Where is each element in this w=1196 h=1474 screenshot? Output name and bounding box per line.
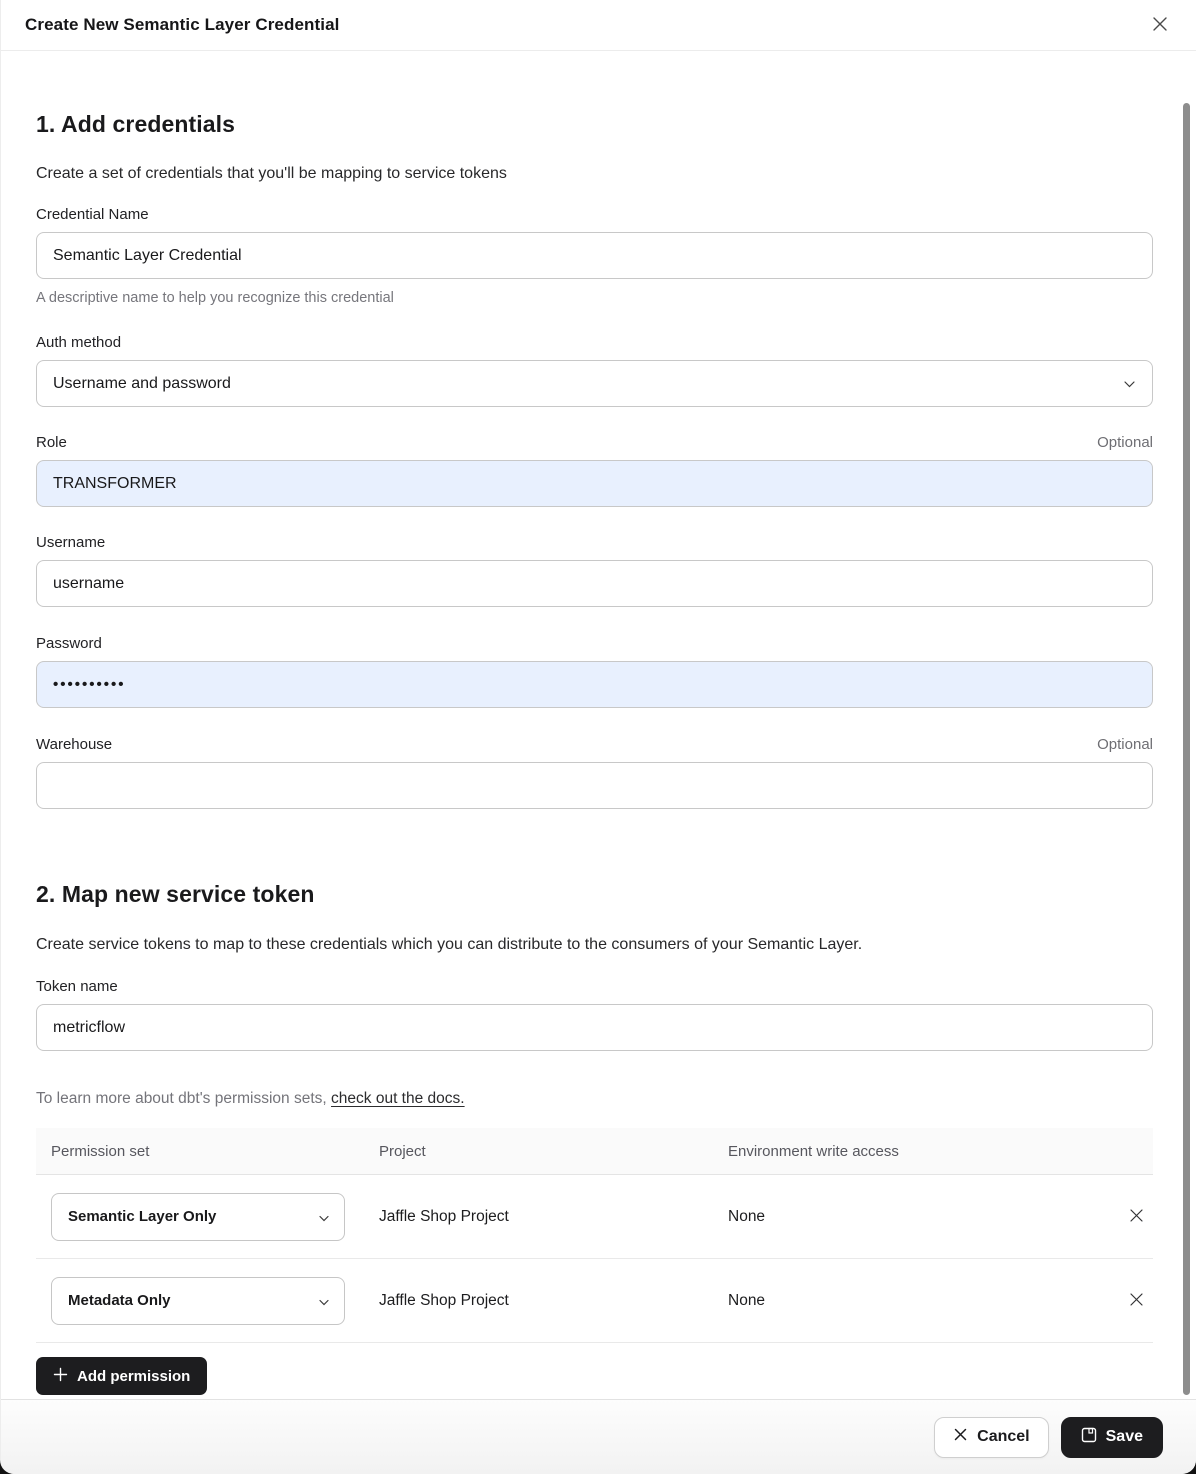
section2-heading: 2. Map new service token bbox=[36, 879, 1153, 909]
column-header-env-write-access: Environment write access bbox=[728, 1143, 1105, 1160]
section1-heading: 1. Add credentials bbox=[36, 109, 1153, 139]
permission-set-select[interactable]: Semantic Layer Only bbox=[51, 1193, 345, 1241]
docs-note: To learn more about dbt's permission set… bbox=[36, 1089, 1153, 1108]
auth-method-label: Auth method bbox=[36, 333, 121, 353]
permissions-table: Permission set Project Environment write… bbox=[36, 1128, 1153, 1343]
modal-footer: Cancel Save bbox=[1, 1399, 1196, 1474]
table-row: Metadata Only Jaffle Shop Project None bbox=[36, 1259, 1153, 1343]
column-header-permission-set: Permission set bbox=[51, 1143, 379, 1160]
close-icon bbox=[1128, 1291, 1145, 1311]
remove-permission-button[interactable] bbox=[1119, 1200, 1153, 1234]
warehouse-input[interactable] bbox=[36, 762, 1153, 809]
token-name-label: Token name bbox=[36, 977, 118, 997]
close-icon bbox=[953, 1427, 968, 1447]
chevron-down-icon bbox=[319, 1292, 329, 1309]
close-icon bbox=[1128, 1207, 1145, 1227]
cancel-label: Cancel bbox=[977, 1428, 1029, 1446]
modal-title: Create New Semantic Layer Credential bbox=[25, 15, 339, 35]
section1-description: Create a set of credentials that you'll … bbox=[36, 163, 1153, 185]
env-write-access-cell: None bbox=[728, 1292, 1105, 1310]
cancel-button[interactable]: Cancel bbox=[934, 1417, 1048, 1458]
credential-name-helper: A descriptive name to help you recognize… bbox=[36, 289, 1153, 307]
chevron-down-icon bbox=[319, 1208, 329, 1225]
table-row: Semantic Layer Only Jaffle Shop Project … bbox=[36, 1175, 1153, 1259]
role-optional-tag: Optional bbox=[1097, 433, 1153, 453]
password-input[interactable] bbox=[36, 661, 1153, 708]
auth-method-value: Username and password bbox=[53, 375, 231, 393]
project-cell: Jaffle Shop Project bbox=[379, 1292, 728, 1310]
close-icon bbox=[1149, 13, 1171, 38]
close-button[interactable] bbox=[1146, 11, 1174, 39]
permission-set-select[interactable]: Metadata Only bbox=[51, 1277, 345, 1325]
save-label: Save bbox=[1106, 1428, 1143, 1446]
column-header-project: Project bbox=[379, 1143, 728, 1160]
password-label: Password bbox=[36, 634, 102, 654]
warehouse-label: Warehouse bbox=[36, 735, 112, 755]
env-write-access-cell: None bbox=[728, 1208, 1105, 1226]
permission-set-value: Metadata Only bbox=[68, 1292, 171, 1309]
plus-icon bbox=[53, 1367, 68, 1386]
warehouse-optional-tag: Optional bbox=[1097, 735, 1153, 755]
create-credential-modal: Create New Semantic Layer Credential 1. … bbox=[0, 0, 1196, 1474]
section2-description: Create service tokens to map to these cr… bbox=[36, 934, 1153, 956]
auth-method-select[interactable]: Username and password bbox=[36, 360, 1153, 407]
add-permission-button[interactable]: Add permission bbox=[36, 1357, 207, 1395]
chevron-down-icon bbox=[1124, 375, 1135, 393]
username-input[interactable] bbox=[36, 560, 1153, 607]
role-label: Role bbox=[36, 433, 67, 453]
docs-link[interactable]: check out the docs. bbox=[331, 1090, 465, 1107]
credential-name-label: Credential Name bbox=[36, 205, 149, 225]
save-button[interactable]: Save bbox=[1061, 1417, 1163, 1458]
docs-note-text: To learn more about dbt's permission set… bbox=[36, 1090, 327, 1107]
role-input[interactable] bbox=[36, 460, 1153, 507]
credential-name-input[interactable] bbox=[36, 232, 1153, 279]
token-name-input[interactable] bbox=[36, 1004, 1153, 1051]
project-cell: Jaffle Shop Project bbox=[379, 1208, 728, 1226]
add-permission-label: Add permission bbox=[77, 1368, 190, 1385]
username-label: Username bbox=[36, 533, 105, 553]
vertical-scrollbar-thumb[interactable] bbox=[1183, 103, 1190, 1395]
save-icon bbox=[1081, 1427, 1097, 1448]
remove-permission-button[interactable] bbox=[1119, 1284, 1153, 1318]
modal-body: 1. Add credentials Create a set of crede… bbox=[1, 109, 1196, 1395]
permissions-table-header: Permission set Project Environment write… bbox=[36, 1128, 1153, 1175]
permission-set-value: Semantic Layer Only bbox=[68, 1208, 216, 1225]
modal-header: Create New Semantic Layer Credential bbox=[1, 0, 1196, 51]
